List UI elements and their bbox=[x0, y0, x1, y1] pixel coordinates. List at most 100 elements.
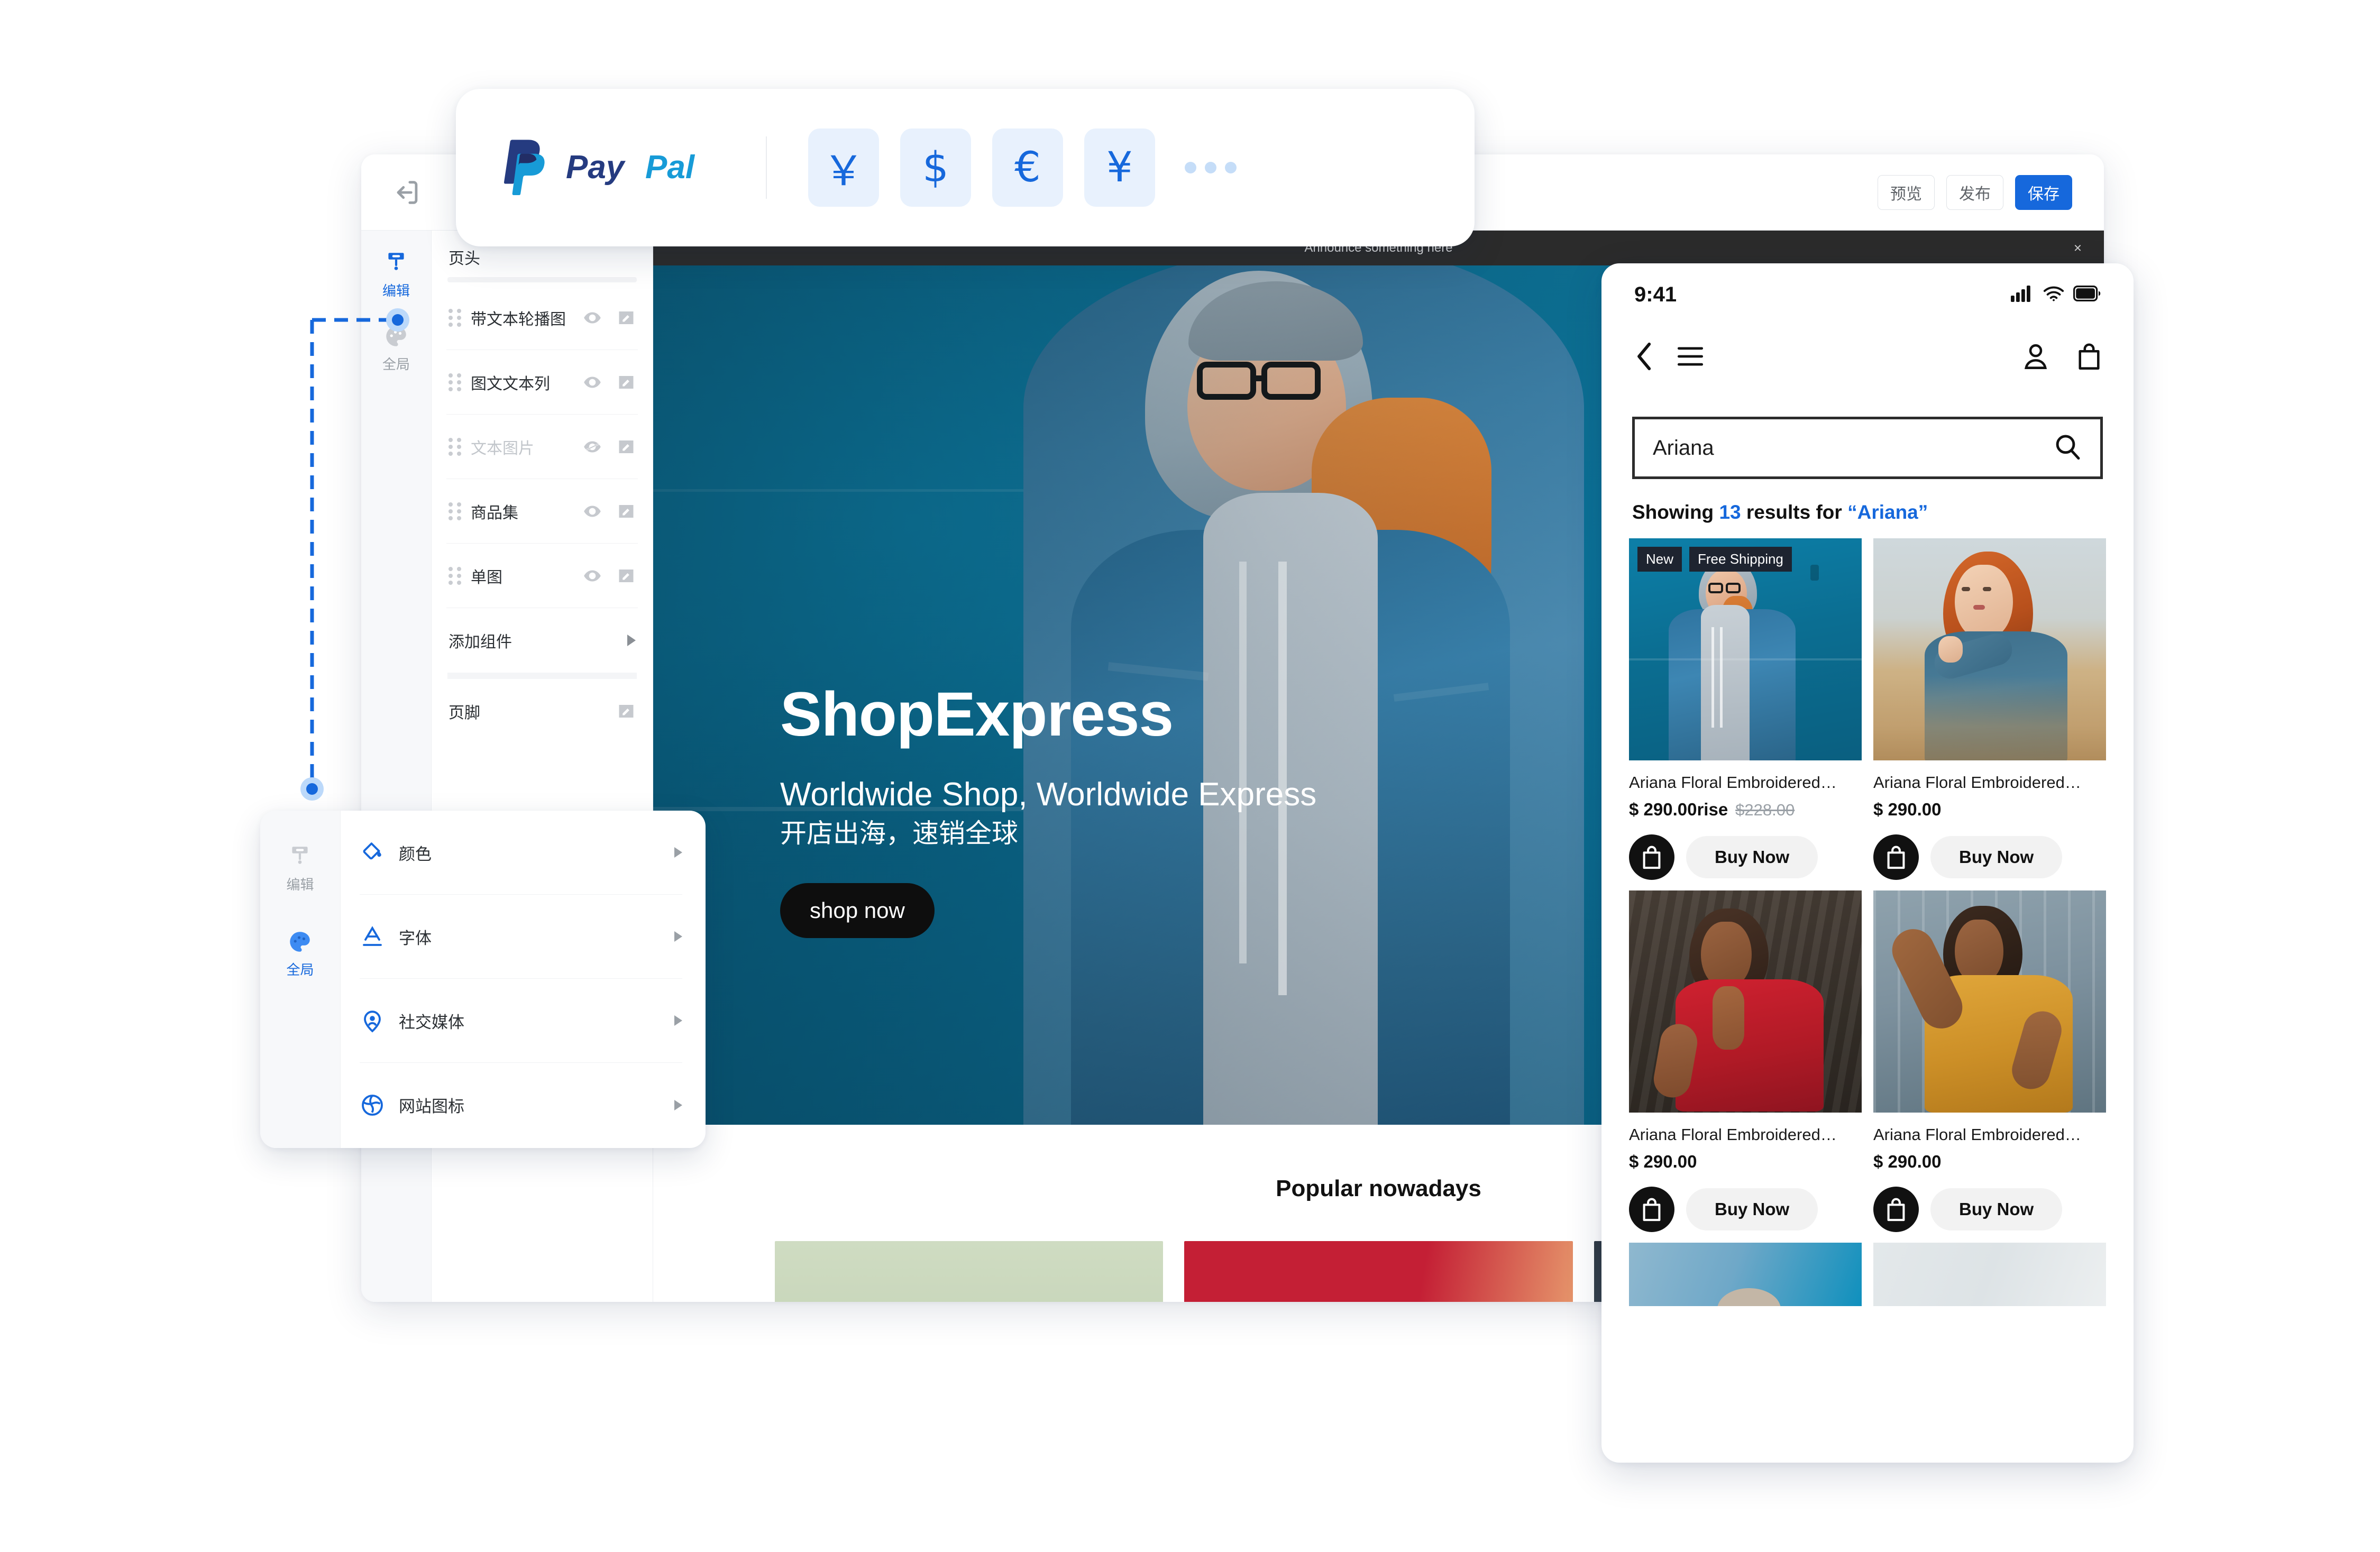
product-price-current: $ 290.00 bbox=[1629, 1152, 1697, 1171]
component-row-image-text-col[interactable]: 图文文本列 bbox=[446, 350, 638, 415]
eye-visible-icon[interactable] bbox=[583, 502, 602, 521]
product-actions: Buy Now bbox=[1873, 1187, 2106, 1232]
product-price-current: $ 290.00 bbox=[1873, 1152, 1942, 1171]
drag-handle-icon[interactable] bbox=[448, 373, 461, 391]
results-query: “Ariana” bbox=[1847, 501, 1928, 523]
mobile-preview-panel: 9:41 Ariana Showing 13 results for “Aria… bbox=[1601, 263, 2134, 1463]
mobile-status-bar: 9:41 bbox=[1601, 263, 2134, 326]
product-card[interactable]: Ariana Floral Embroidered… $ 290.00 Buy … bbox=[1629, 890, 1862, 1232]
buy-now-button[interactable]: Buy Now bbox=[1686, 1188, 1818, 1230]
panel-divider-thick bbox=[447, 673, 637, 679]
buy-now-button[interactable]: Buy Now bbox=[1686, 836, 1818, 878]
buy-now-button[interactable]: Buy Now bbox=[1930, 1188, 2063, 1230]
mobile-nav-bar bbox=[1601, 326, 2134, 389]
back-chevron-icon[interactable] bbox=[1633, 340, 1654, 375]
component-actions bbox=[583, 437, 636, 456]
product-name: Ariana Floral Embroidered… bbox=[1629, 773, 1837, 792]
hero-subtitle-en: Worldwide Shop, Worldwide Express bbox=[780, 776, 1317, 813]
edit-pencil-icon[interactable] bbox=[617, 502, 636, 521]
currency-chip-eur[interactable]: € bbox=[992, 128, 1063, 207]
drag-handle-icon[interactable] bbox=[448, 308, 461, 327]
footer-row[interactable]: 页脚 bbox=[446, 679, 638, 743]
global-item-label: 网站图标 bbox=[399, 1097, 464, 1116]
edit-pencil-icon[interactable] bbox=[617, 308, 636, 327]
product-image bbox=[1629, 1243, 1862, 1306]
font-a-icon bbox=[360, 924, 385, 949]
popular-card[interactable] bbox=[1184, 1241, 1573, 1302]
exit-icon[interactable] bbox=[392, 177, 423, 208]
palette-icon bbox=[287, 929, 313, 955]
product-card[interactable]: Ariana Floral Embroidered… $ 290.00 Buy … bbox=[1873, 890, 2106, 1232]
shopping-bag-icon[interactable] bbox=[2076, 342, 2102, 373]
component-row-carousel[interactable]: 带文本轮播图 bbox=[446, 286, 638, 350]
global-item-social-media[interactable]: 社交媒体 bbox=[360, 979, 682, 1063]
status-time: 9:41 bbox=[1634, 282, 1677, 306]
preview-button[interactable]: 预览 bbox=[1878, 175, 1935, 210]
edit-pencil-icon[interactable] bbox=[617, 702, 636, 721]
currency-list: ￥ $ € ¥ bbox=[808, 128, 1155, 207]
shop-now-button[interactable]: shop now bbox=[780, 883, 935, 939]
product-price-original: $228.00 bbox=[1735, 801, 1795, 819]
edit-pencil-icon[interactable] bbox=[617, 373, 636, 392]
hamburger-menu-icon[interactable] bbox=[1677, 345, 1704, 371]
results-count: 13 bbox=[1719, 501, 1741, 523]
badge-free-shipping: Free Shipping bbox=[1689, 547, 1792, 572]
close-icon[interactable]: × bbox=[2074, 240, 2082, 256]
eye-visible-icon[interactable] bbox=[583, 308, 602, 327]
eye-visible-icon[interactable] bbox=[583, 373, 602, 392]
component-row-product-collection[interactable]: 商品集 bbox=[446, 479, 638, 544]
drag-handle-icon[interactable] bbox=[448, 566, 461, 585]
popular-card[interactable] bbox=[775, 1241, 1164, 1302]
paint-bucket-icon bbox=[360, 840, 385, 865]
product-actions: Buy Now bbox=[1629, 1187, 1862, 1232]
status-icons bbox=[2011, 285, 2101, 305]
currency-chip-jpy[interactable]: ¥ bbox=[1084, 128, 1155, 207]
add-component-label: 添加组件 bbox=[448, 633, 512, 651]
currency-chip-usd[interactable]: $ bbox=[900, 128, 971, 207]
product-card[interactable]: Ariana Floral Embroidered… $ 290.00 Buy … bbox=[1873, 538, 2106, 880]
product-card[interactable] bbox=[1873, 1243, 2106, 1306]
drag-handle-icon[interactable] bbox=[448, 437, 461, 456]
global-item-site-icon[interactable]: 网站图标 bbox=[360, 1063, 682, 1147]
add-to-cart-button[interactable] bbox=[1873, 834, 1919, 880]
account-person-icon[interactable] bbox=[2022, 343, 2049, 373]
product-actions: Buy Now bbox=[1629, 834, 1862, 880]
global-item-fonts[interactable]: 字体 bbox=[360, 895, 682, 979]
add-to-cart-button[interactable] bbox=[1629, 834, 1674, 880]
product-image bbox=[1629, 890, 1862, 1113]
rail-item-edit[interactable]: 编辑 bbox=[382, 250, 410, 300]
more-currencies-button[interactable] bbox=[1185, 162, 1237, 173]
publish-button[interactable]: 发布 bbox=[1946, 175, 2003, 210]
global-item-colors[interactable]: 颜色 bbox=[360, 811, 682, 895]
product-card[interactable]: New Free Shipping Ariana Floral Embroide… bbox=[1629, 538, 1862, 880]
component-label: 商品集 bbox=[471, 504, 518, 522]
search-input-value: Ariana bbox=[1653, 436, 1714, 460]
component-row-text-image[interactable]: 文本图片 bbox=[446, 415, 638, 479]
eye-visible-icon[interactable] bbox=[583, 566, 602, 585]
global-rail-item-global-label: 全局 bbox=[286, 962, 314, 978]
hero-title: ShopExpress bbox=[780, 679, 1174, 749]
currency-chip-cny[interactable]: ￥ bbox=[808, 128, 879, 207]
buy-now-button[interactable]: Buy Now bbox=[1930, 836, 2063, 878]
hero-content: ShopExpress Worldwide Shop, Worldwide Ex… bbox=[780, 679, 1317, 939]
save-button[interactable]: 保存 bbox=[2015, 175, 2072, 210]
svg-text:Pay: Pay bbox=[566, 149, 626, 186]
eye-hidden-icon[interactable] bbox=[583, 437, 602, 456]
search-icon[interactable] bbox=[2053, 432, 2082, 464]
add-component-row[interactable]: 添加组件 bbox=[446, 608, 638, 673]
drag-handle-icon[interactable] bbox=[448, 502, 461, 520]
add-to-cart-button[interactable] bbox=[1873, 1187, 1919, 1232]
global-rail-item-edit[interactable]: 编辑 bbox=[286, 843, 314, 894]
component-row-single-image[interactable]: 单图 bbox=[446, 544, 638, 608]
paypal-mark-icon bbox=[501, 138, 552, 197]
product-price-current: $ 290.00 bbox=[1873, 800, 1942, 819]
product-name: Ariana Floral Embroidered… bbox=[1873, 773, 2081, 792]
edit-pencil-icon[interactable] bbox=[617, 566, 636, 585]
global-rail-item-global[interactable]: 全局 bbox=[286, 929, 314, 979]
search-input[interactable]: Ariana bbox=[1632, 417, 2103, 479]
add-to-cart-button[interactable] bbox=[1629, 1187, 1674, 1232]
edit-pencil-icon[interactable] bbox=[617, 437, 636, 456]
global-panel-rail: 编辑 全局 bbox=[260, 811, 341, 1148]
product-card[interactable] bbox=[1629, 1243, 1862, 1306]
mobile-nav-left bbox=[1633, 340, 1704, 375]
